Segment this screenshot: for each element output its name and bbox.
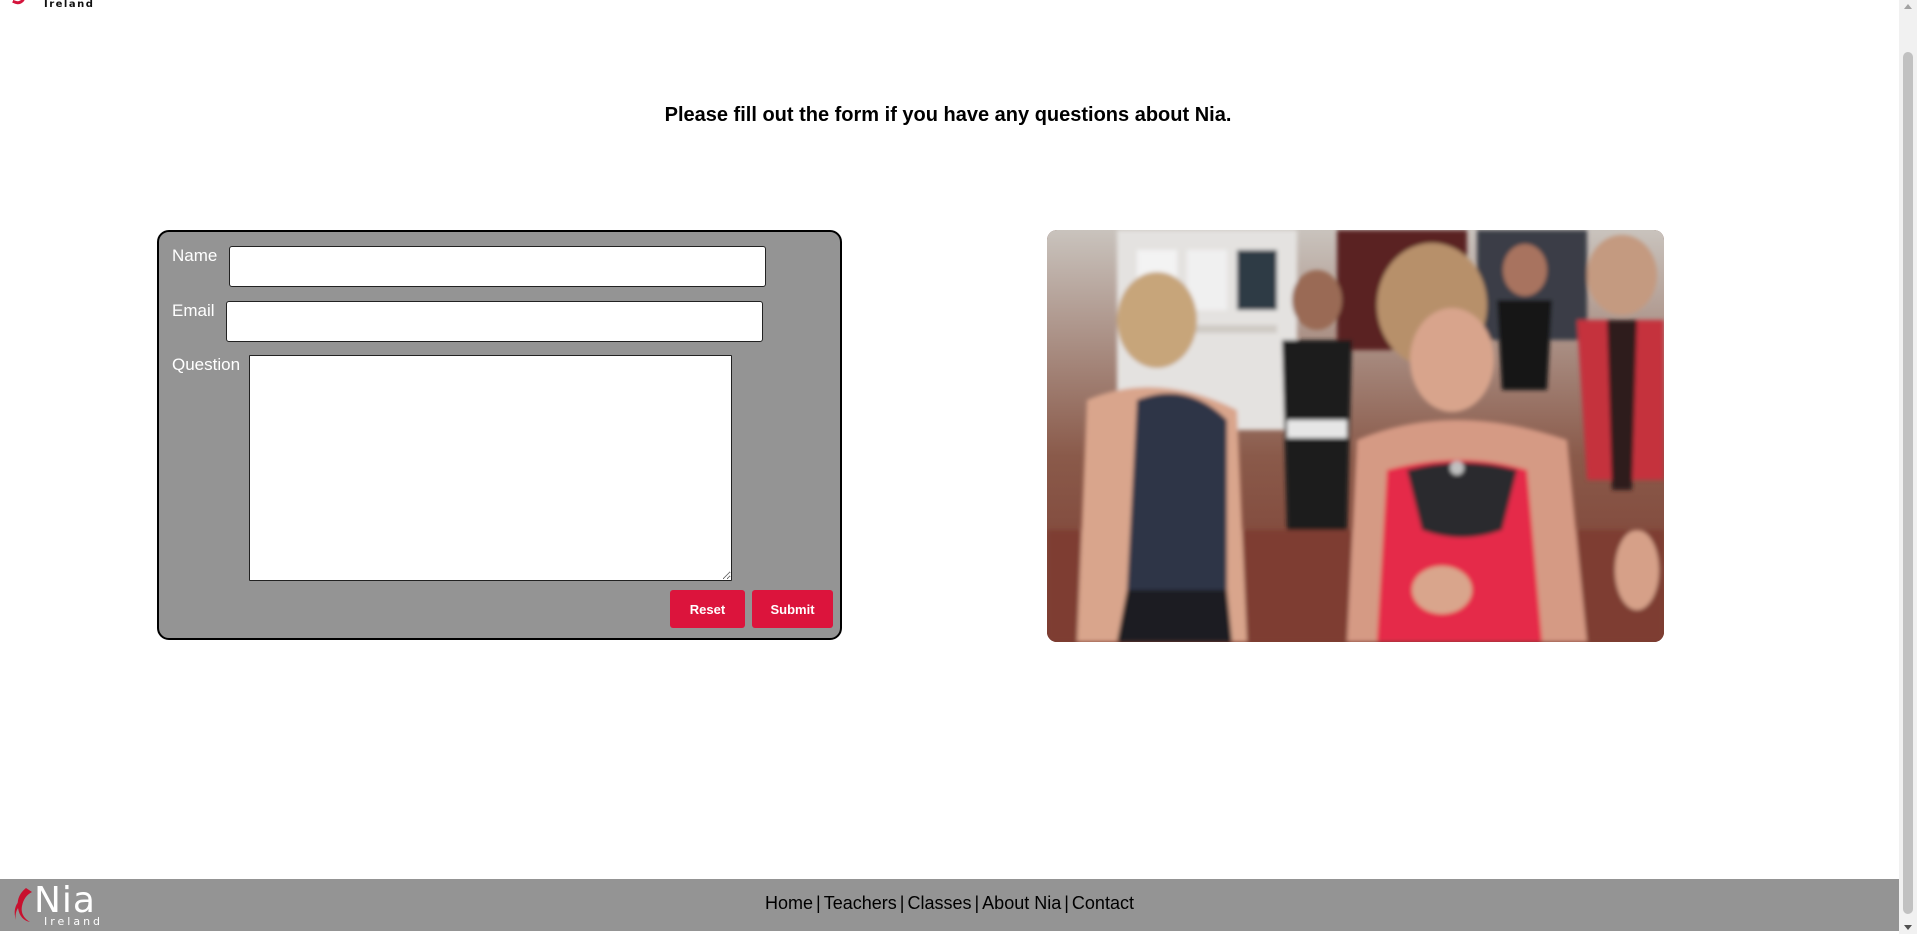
nav-separator: | — [1064, 893, 1069, 913]
scroll-up-arrow-icon[interactable] — [1904, 4, 1912, 9]
scroll-down-arrow-icon[interactable] — [1904, 925, 1912, 930]
footer-nav: Home | Teachers | Classes | About Nia | Contact — [0, 893, 1899, 914]
reset-button[interactable]: Reset — [670, 590, 745, 628]
dance-class-photo — [1047, 230, 1664, 642]
nia-flame-icon — [12, 0, 27, 7]
header-logo[interactable]: Ireland — [8, 0, 98, 10]
footer-logo-sub: Ireland — [44, 915, 104, 928]
nav-link-home[interactable]: Home — [765, 893, 813, 913]
nav-link-contact[interactable]: Contact — [1072, 893, 1134, 913]
scroll-thumb[interactable] — [1903, 52, 1913, 914]
question-textarea[interactable] — [249, 355, 732, 581]
submit-button[interactable]: Submit — [752, 590, 833, 628]
name-input[interactable] — [229, 246, 766, 287]
nav-link-classes[interactable]: Classes — [907, 893, 971, 913]
header-logo-text: Ireland — [44, 0, 95, 10]
name-label: Name — [172, 246, 218, 265]
nav-link-teachers[interactable]: Teachers — [824, 893, 897, 913]
page-heading: Please fill out the form if you have any… — [664, 104, 1232, 126]
email-input[interactable] — [226, 301, 763, 342]
nav-separator: | — [899, 893, 905, 913]
question-label: Question — [172, 355, 241, 374]
page: Ireland Please fill out the form if you … — [0, 0, 1917, 934]
contact-form: Name Email Question Reset Submit — [157, 230, 842, 640]
vertical-scrollbar[interactable] — [1899, 0, 1917, 934]
nav-separator: | — [974, 893, 980, 913]
footer: Nia Ireland Home | Teachers | Classes | About … — [0, 879, 1899, 931]
nav-link-about-nia[interactable]: About Nia — [982, 893, 1061, 913]
nav-separator: | — [816, 893, 821, 913]
email-label: Email — [172, 301, 215, 320]
